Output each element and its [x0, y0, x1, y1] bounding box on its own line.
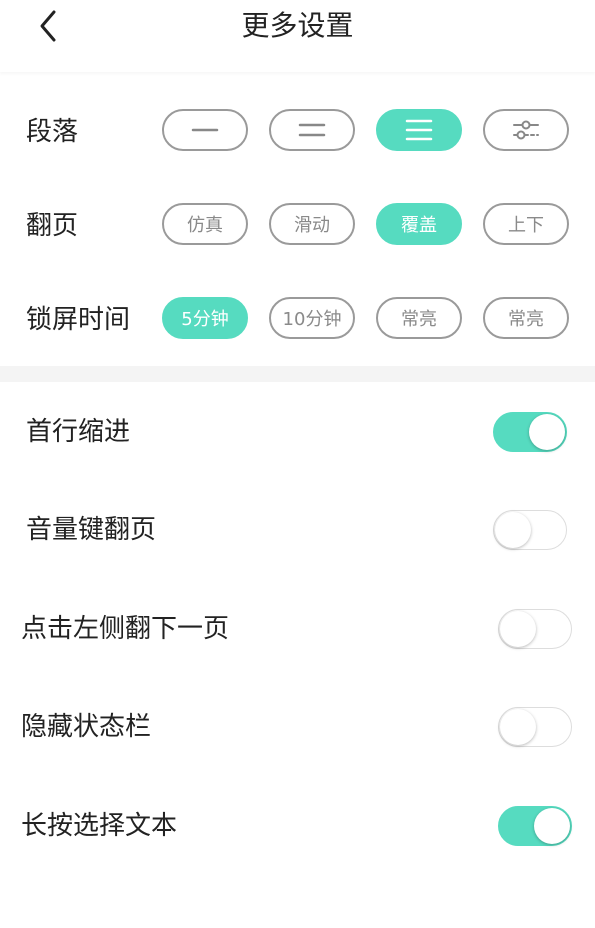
section-divider	[0, 366, 595, 382]
toggle-knob	[534, 808, 570, 844]
lock-time-always-on-button-2[interactable]: 常亮	[483, 297, 569, 339]
toggle-row-hide-status-bar: 隐藏状态栏	[0, 697, 595, 757]
single-line-icon	[191, 128, 219, 132]
toggle-row-first-line-indent: 首行缩进	[0, 402, 595, 462]
toggle-row-long-press-select-text: 长按选择文本	[0, 796, 595, 856]
page-turn-vertical-button[interactable]: 上下	[483, 203, 569, 245]
page-turn-row: 翻页 仿真 滑动 覆盖 上下	[0, 196, 595, 256]
paragraph-spacing-triple-button[interactable]	[376, 109, 462, 151]
page-turn-label: 翻页	[26, 211, 79, 241]
toggle-knob	[500, 709, 536, 745]
lock-time-label: 锁屏时间	[26, 305, 131, 335]
toggle-label: 点击左侧翻下一页	[21, 614, 230, 644]
paragraph-spacing-custom-button[interactable]	[483, 109, 569, 151]
toggle-label: 长按选择文本	[21, 811, 178, 841]
hide-status-bar-toggle[interactable]	[498, 707, 572, 747]
page-turn-simulation-button[interactable]: 仿真	[162, 203, 248, 245]
paragraph-label: 段落	[26, 117, 79, 147]
toggle-label: 首行缩进	[26, 417, 131, 447]
lock-time-row: 锁屏时间 5分钟 10分钟 常亮 常亮	[0, 290, 595, 350]
paragraph-spacing-single-button[interactable]	[162, 109, 248, 151]
tap-left-next-page-toggle[interactable]	[498, 609, 572, 649]
triple-line-icon	[405, 119, 433, 141]
custom-slider-icon	[513, 120, 539, 140]
toggle-row-volume-key-page-turn: 音量键翻页	[0, 500, 595, 560]
page-title: 更多设置	[241, 9, 354, 42]
double-line-icon	[298, 123, 326, 137]
toggle-knob	[500, 611, 536, 647]
paragraph-spacing-double-button[interactable]	[269, 109, 355, 151]
lock-time-5min-button[interactable]: 5分钟	[162, 297, 248, 339]
first-line-indent-toggle[interactable]	[493, 412, 567, 452]
lock-time-10min-button[interactable]: 10分钟	[269, 297, 355, 339]
toggle-row-tap-left-next-page: 点击左侧翻下一页	[0, 599, 595, 659]
toggle-knob	[529, 414, 565, 450]
toggle-label: 隐藏状态栏	[21, 712, 152, 742]
lock-time-always-on-button[interactable]: 常亮	[376, 297, 462, 339]
page-turn-slide-button[interactable]: 滑动	[269, 203, 355, 245]
page-turn-cover-button[interactable]: 覆盖	[376, 203, 462, 245]
more-settings-page: 更多设置 段落 翻页 仿真 滑动 覆盖 上下 锁屏时间 5分钟 10分钟 常亮 …	[0, 0, 595, 928]
header-bar: 更多设置	[0, 0, 595, 72]
toggle-label: 音量键翻页	[26, 515, 157, 545]
volume-key-page-turn-toggle[interactable]	[493, 510, 567, 550]
paragraph-row: 段落	[0, 102, 595, 162]
long-press-select-text-toggle[interactable]	[498, 806, 572, 846]
toggle-knob	[495, 512, 531, 548]
